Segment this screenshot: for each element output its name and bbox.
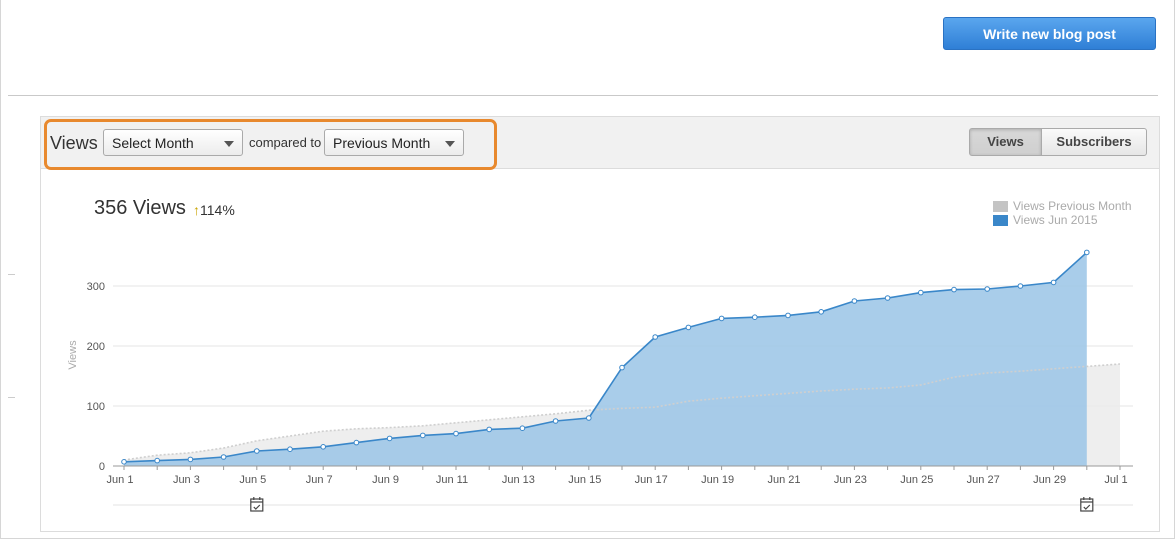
x-tick-label: Jun 27 xyxy=(967,474,1000,486)
x-tick-label: Jun 15 xyxy=(568,474,601,486)
y-axis-label: Views xyxy=(67,340,79,370)
data-point[interactable] xyxy=(884,295,891,301)
data-point[interactable] xyxy=(552,418,559,424)
data-point[interactable] xyxy=(353,439,360,446)
x-tick-label: Jun 17 xyxy=(635,474,668,486)
x-tick-label: Jun 21 xyxy=(767,474,800,486)
x-tick-label: Jun 11 xyxy=(436,474,468,486)
x-tick-label: Jun 9 xyxy=(372,474,399,486)
x-tick-label: Jul 1 xyxy=(1104,474,1127,486)
data-point[interactable] xyxy=(619,364,625,371)
x-tick-label: Jun 25 xyxy=(900,474,933,486)
data-point[interactable] xyxy=(851,298,858,304)
data-point[interactable] xyxy=(486,426,493,433)
data-point[interactable] xyxy=(420,432,426,439)
x-tick-label: Jun 7 xyxy=(306,474,333,486)
y-tick-label: 300 xyxy=(87,281,105,293)
data-point[interactable] xyxy=(984,286,991,292)
data-point[interactable] xyxy=(453,430,459,437)
views-chart: 0 100 200 300 Views Jun 1 Jun 3 Jun 5 Jun 7 Jun 9… xyxy=(67,249,1133,512)
data-point[interactable] xyxy=(154,457,160,464)
data-point[interactable] xyxy=(951,286,957,293)
x-tick-label: Jun 1 xyxy=(107,474,134,486)
series-area-current-month xyxy=(124,252,1087,466)
data-point[interactable] xyxy=(1084,249,1090,256)
data-point[interactable] xyxy=(685,324,692,331)
data-point[interactable] xyxy=(253,448,260,454)
data-point[interactable] xyxy=(818,309,825,315)
data-point[interactable] xyxy=(586,415,592,421)
data-point[interactable] xyxy=(287,446,293,453)
data-point[interactable] xyxy=(1017,283,1024,289)
data-point[interactable] xyxy=(187,456,194,463)
x-tick-label: Jun 5 xyxy=(239,474,266,486)
x-tick-label: Jun 23 xyxy=(834,474,867,486)
data-point[interactable] xyxy=(652,334,659,340)
y-tick-label: 200 xyxy=(87,341,105,353)
data-point[interactable] xyxy=(1050,279,1057,286)
x-tick-label: Jun 3 xyxy=(173,474,200,486)
data-point[interactable] xyxy=(752,314,758,321)
x-tick-label: Jun 29 xyxy=(1033,474,1066,486)
data-point[interactable] xyxy=(320,444,327,450)
y-tick-label: 0 xyxy=(99,461,105,473)
calendar-check-icon[interactable] xyxy=(250,497,264,512)
y-tick-label: 100 xyxy=(87,401,105,413)
x-tick-label: Jun 13 xyxy=(502,474,535,486)
data-point[interactable] xyxy=(220,454,227,460)
data-point[interactable] xyxy=(785,312,791,319)
data-point[interactable] xyxy=(386,435,393,442)
data-point[interactable] xyxy=(121,459,127,465)
data-point[interactable] xyxy=(718,315,725,322)
x-tick-label: Jun 19 xyxy=(701,474,734,486)
calendar-check-icon[interactable] xyxy=(1080,497,1094,512)
data-point[interactable] xyxy=(918,289,924,296)
data-point[interactable] xyxy=(519,425,526,432)
